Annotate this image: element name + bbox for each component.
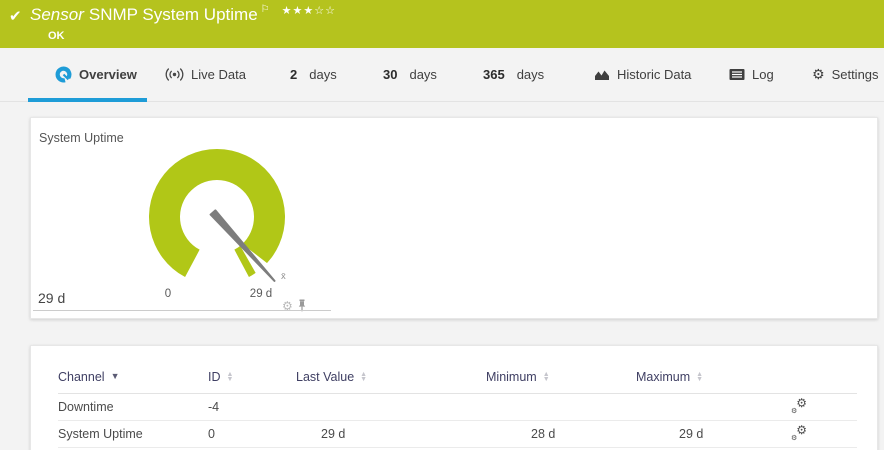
gauge-mean-marker: x̄ bbox=[281, 271, 286, 282]
col-header-minimum[interactable]: Minimum ▲ ▼ bbox=[486, 370, 636, 384]
gauge-icon bbox=[55, 66, 72, 83]
tab-2-days[interactable]: 2 days bbox=[290, 48, 337, 101]
sensor-title-name: SNMP System Uptime bbox=[88, 5, 258, 24]
col-header-last-value[interactable]: Last Value ▲ ▼ bbox=[296, 370, 486, 384]
table-row-system-uptime[interactable]: System Uptime 0 29 d 28 d 29 d ⚙ ⚙ bbox=[58, 421, 857, 448]
flag-icon[interactable]: ⚐ bbox=[261, 4, 270, 15]
cell-channel: Downtime bbox=[58, 400, 114, 414]
sensor-header: ✔ Sensor SNMP System Uptime ⚐ ★★★☆☆ OK bbox=[0, 0, 884, 48]
tab-30-days[interactable]: 30 days bbox=[383, 48, 437, 101]
channel-settings-icon[interactable]: ⚙ ⚙ bbox=[791, 423, 807, 442]
tab-365-days[interactable]: 365 days bbox=[483, 48, 544, 101]
tab-historic-data[interactable]: Historic Data bbox=[594, 48, 691, 101]
sort-desc-icon: ▼ bbox=[110, 371, 120, 381]
cell-id: 0 bbox=[208, 427, 215, 441]
cell-last-value: 29 d bbox=[321, 427, 346, 441]
chart-icon bbox=[595, 70, 609, 80]
channel-table-panel: Channel ▼ ID ▲ ▼ Last Value ▲ ▼ Minimum ▲ ▼… bbox=[30, 345, 878, 450]
gauge-panel: System Uptime x̄ 29 d 0 29 d ⚙ bbox=[30, 117, 878, 319]
gauge-scale-min: 0 bbox=[164, 288, 172, 300]
broadcast-icon bbox=[165, 68, 184, 81]
status-badge: OK bbox=[48, 30, 65, 42]
tab-bar: Overview Live Data 2 days 30 days 365 da… bbox=[0, 48, 884, 102]
stars-filled: ★★★ bbox=[281, 5, 315, 17]
gauge-current-value: 29 d bbox=[38, 290, 66, 306]
gauge-scale-max: 29 d bbox=[249, 288, 273, 300]
tab-live-data[interactable]: Live Data bbox=[165, 48, 246, 101]
sort-icon: ▲ ▼ bbox=[226, 370, 234, 383]
sensor-title-prefix: Sensor bbox=[30, 5, 84, 24]
log-icon bbox=[729, 69, 745, 80]
cell-channel: System Uptime bbox=[58, 427, 143, 441]
sort-icon: ▲ ▼ bbox=[360, 370, 368, 383]
col-header-channel[interactable]: Channel ▼ bbox=[58, 370, 208, 384]
tab-overview[interactable]: Overview bbox=[55, 48, 137, 101]
tab-log[interactable]: Log bbox=[729, 48, 774, 101]
sort-icon: ▲ ▼ bbox=[696, 370, 704, 383]
col-header-maximum[interactable]: Maximum ▲ ▼ bbox=[636, 370, 791, 384]
gauge-underline bbox=[33, 310, 331, 311]
sensor-title: Sensor SNMP System Uptime ⚐ ★★★☆☆ bbox=[30, 4, 336, 25]
table-header-row: Channel ▼ ID ▲ ▼ Last Value ▲ ▼ Minimum ▲ ▼… bbox=[58, 360, 857, 394]
active-tab-indicator bbox=[28, 98, 147, 102]
table-row-downtime[interactable]: Downtime -4 ⚙ ⚙ bbox=[58, 394, 857, 421]
ok-check-icon: ✔ bbox=[9, 8, 22, 25]
col-header-id[interactable]: ID ▲ ▼ bbox=[208, 370, 296, 384]
gear-icon: ⚙ bbox=[812, 66, 825, 82]
tab-settings[interactable]: ⚙ Settings bbox=[812, 48, 879, 101]
cell-maximum: 29 d bbox=[679, 427, 704, 441]
priority-stars[interactable]: ★★★☆☆ bbox=[282, 5, 336, 17]
channel-table: Channel ▼ ID ▲ ▼ Last Value ▲ ▼ Minimum ▲ ▼… bbox=[58, 360, 857, 448]
cell-id: -4 bbox=[208, 400, 220, 414]
channel-settings-icon[interactable]: ⚙ ⚙ bbox=[791, 396, 807, 415]
stars-empty: ☆☆ bbox=[314, 5, 336, 17]
cell-minimum: 28 d bbox=[531, 427, 556, 441]
sort-icon: ▲ ▼ bbox=[542, 370, 550, 383]
